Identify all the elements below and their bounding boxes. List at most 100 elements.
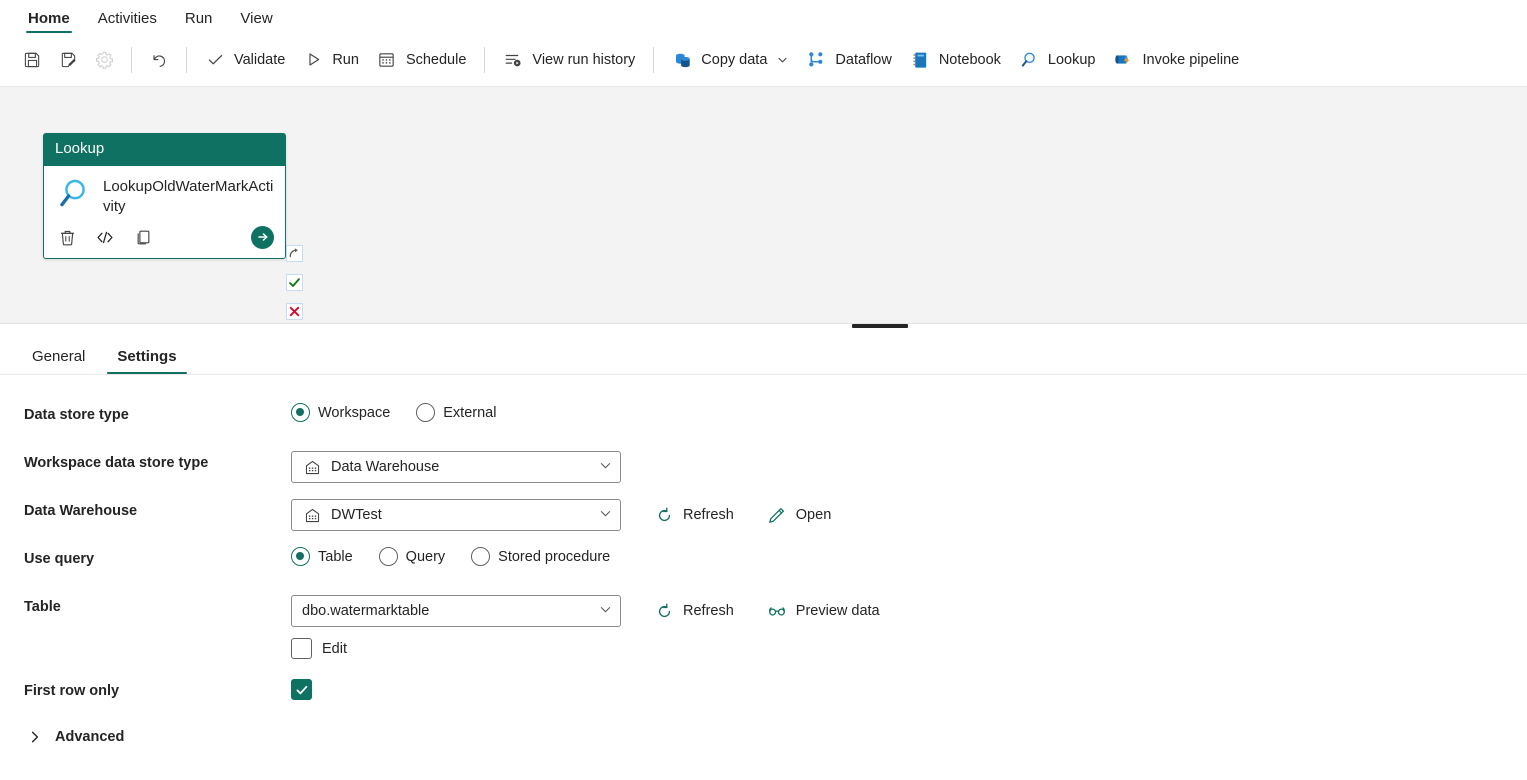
gear-icon: [94, 50, 114, 70]
settings-button[interactable]: [86, 43, 122, 77]
toolbar-separator: [484, 46, 486, 73]
invoke-pipeline-label: Invoke pipeline: [1142, 51, 1240, 68]
refresh-table-button[interactable]: Refresh: [654, 601, 734, 621]
delete-icon[interactable]: [57, 227, 77, 247]
calendar-icon: [377, 50, 397, 70]
chevron-right-icon: [28, 730, 42, 744]
save-button[interactable]: [14, 43, 50, 77]
toolbar-separator: [131, 46, 132, 73]
preview-data-button[interactable]: Preview data: [767, 601, 880, 621]
row-data-store-type: Data store type Workspace External: [0, 403, 1527, 437]
notebook-label: Notebook: [938, 51, 1001, 68]
control-table: dbo.watermarktable Refresh Preview data: [291, 595, 880, 659]
glasses-icon: [767, 601, 787, 621]
label-table: Table: [24, 599, 61, 615]
radio-group-use-query: Table Query Stored procedure: [291, 547, 610, 566]
label-use-query: Use query: [24, 551, 95, 567]
lookup-icon: [55, 175, 93, 213]
radio-mark: [291, 403, 310, 422]
radio-data-store-workspace[interactable]: Workspace: [291, 403, 390, 422]
label-first-row-only: First row only: [24, 683, 120, 699]
control-first-row-only: [291, 679, 312, 700]
run-label: Run: [332, 51, 359, 68]
warehouse-icon: [302, 457, 322, 477]
copy-data-icon: [672, 50, 692, 70]
label-workspace-data-store-type: Workspace data store type: [24, 455, 209, 471]
invoke-pipeline-button[interactable]: Invoke pipeline: [1104, 43, 1248, 77]
run-button[interactable]: Run: [294, 43, 368, 77]
handle-on-fail[interactable]: [286, 303, 303, 320]
radio-use-query-table[interactable]: Table: [291, 547, 353, 566]
activity-node-actions: [44, 224, 285, 258]
radio-data-store-external[interactable]: External: [416, 403, 496, 422]
undo-icon: [149, 50, 169, 70]
view-run-history-button[interactable]: View run history: [494, 43, 644, 77]
ribbon-tab-home[interactable]: Home: [14, 11, 84, 33]
copy-data-button[interactable]: Copy data: [663, 43, 797, 77]
control-data-store-type: Workspace External: [291, 403, 496, 422]
advanced-label: Advanced: [55, 729, 125, 745]
checkmark-icon: [205, 50, 225, 70]
radio-use-query-query[interactable]: Query: [378, 547, 445, 566]
radio-use-query-stored-procedure[interactable]: Stored procedure: [471, 547, 610, 566]
refresh-data-warehouse-button[interactable]: Refresh: [654, 505, 734, 525]
checkbox-first-row-only[interactable]: [291, 679, 312, 700]
select-table[interactable]: dbo.watermarktable: [291, 595, 621, 627]
lookup-button[interactable]: Lookup: [1010, 43, 1105, 77]
tab-settings[interactable]: Settings: [107, 348, 187, 374]
schedule-button[interactable]: Schedule: [368, 43, 475, 77]
save-as-button[interactable]: [50, 43, 86, 77]
handle-on-success[interactable]: [286, 274, 303, 291]
control-use-query: Table Query Stored procedure: [291, 547, 610, 566]
splitter-grip[interactable]: [852, 324, 908, 328]
control-workspace-data-store-type: Data Warehouse: [291, 451, 621, 483]
tab-general[interactable]: General: [22, 348, 95, 374]
radio-mark: [378, 547, 398, 566]
chevron-down-icon: [599, 459, 612, 476]
radio-label: External: [443, 404, 497, 421]
radio-mark: [416, 403, 436, 422]
notebook-button[interactable]: Notebook: [901, 43, 1010, 77]
toolbar-separator: [653, 46, 655, 73]
checkbox-edit-table[interactable]: Edit: [291, 638, 347, 659]
ribbon-tab-activities[interactable]: Activities: [84, 11, 171, 33]
refresh-label: Refresh: [683, 507, 734, 523]
control-data-warehouse: DWTest Refresh Open: [291, 499, 831, 531]
dataflow-label: Dataflow: [835, 51, 892, 68]
radio-mark: [471, 547, 491, 566]
code-icon[interactable]: [95, 227, 115, 247]
select-workspace-data-store-type[interactable]: Data Warehouse: [291, 451, 621, 483]
ribbon-tab-bar: Home Activities Run View: [0, 0, 1527, 33]
settings-form: Data store type Workspace External Works…: [0, 375, 1527, 770]
dataflow-button[interactable]: Dataflow: [797, 43, 900, 77]
row-first-row-only: First row only: [0, 679, 1527, 713]
undo-button[interactable]: [141, 43, 177, 77]
toolbar-separator: [186, 46, 187, 73]
activity-node-lookup[interactable]: Lookup LookupOldWaterMarkActivity: [43, 133, 286, 259]
advanced-section-toggle[interactable]: Advanced: [0, 729, 1527, 745]
handle-on-skip[interactable]: [286, 245, 303, 262]
open-data-warehouse-button[interactable]: Open: [767, 505, 831, 525]
label-data-store-type: Data store type: [24, 407, 129, 423]
copy-data-label: Copy data: [701, 51, 768, 68]
chevron-down-icon: [599, 603, 612, 620]
run-activity-button[interactable]: [251, 225, 274, 249]
ribbon-tab-view[interactable]: View: [226, 11, 286, 33]
open-label: Open: [795, 507, 832, 523]
panel-splitter[interactable]: [0, 323, 1527, 329]
select-data-warehouse[interactable]: DWTest: [291, 499, 621, 531]
pipeline-canvas[interactable]: Lookup LookupOldWaterMarkActivity: [0, 86, 1527, 323]
refresh-icon: [654, 505, 674, 525]
validate-button[interactable]: Validate: [196, 43, 294, 77]
lookup-label: Lookup: [1047, 51, 1096, 68]
radio-mark: [291, 547, 310, 566]
ribbon-tab-run[interactable]: Run: [171, 11, 227, 33]
copy-icon[interactable]: [133, 227, 153, 247]
refresh-icon: [654, 601, 674, 621]
detail-tab-bar: General Settings: [0, 329, 1527, 375]
chevron-down-icon: [777, 54, 788, 65]
dataflow-icon: [806, 50, 826, 70]
activity-node-header: Lookup: [44, 134, 285, 166]
save-icon: [22, 50, 42, 70]
activity-node-body: LookupOldWaterMarkActivity: [44, 166, 285, 224]
